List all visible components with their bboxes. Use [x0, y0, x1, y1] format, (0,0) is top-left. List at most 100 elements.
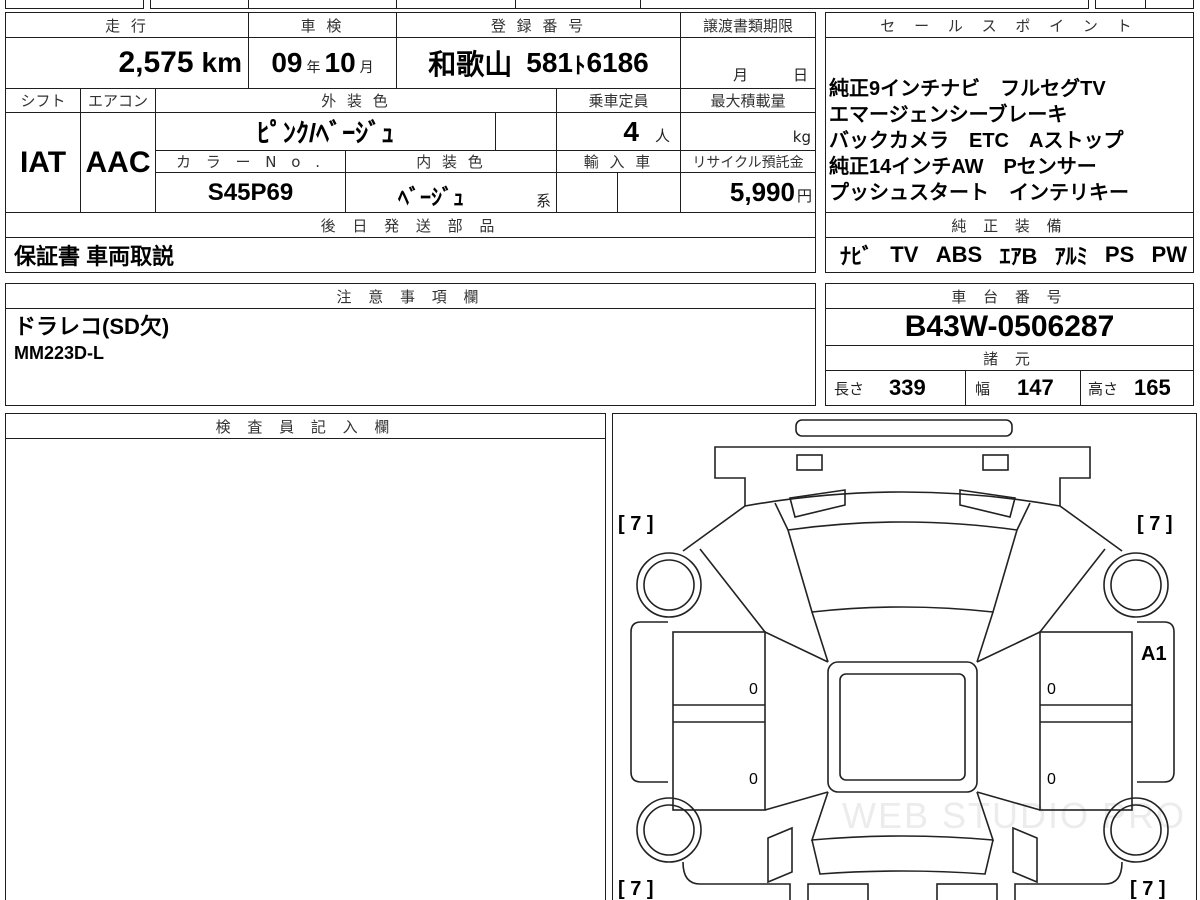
- notes-line: ドラレコ(SD欠): [14, 314, 170, 339]
- corner-mark-front-right: [ 7 ]: [1137, 513, 1173, 535]
- spec-height-value: 165: [1134, 375, 1171, 400]
- mileage-unit: km: [201, 47, 242, 78]
- later-shipping-parts-label: 後 日 発 送 部 品: [5, 212, 816, 238]
- rear-deck: [811, 839, 994, 875]
- inspection-year-unit: 年: [306, 60, 321, 76]
- top-strip-box-4: [396, 0, 516, 9]
- sales-point-line: 純正9インチナビ フルセグTV: [829, 78, 1106, 100]
- car-diagram-box: WEB STUDIO PRO [7] [7] [7] [7] A…: [612, 413, 1197, 900]
- sales-point-line: バックカメラ ETC Aストップ: [829, 130, 1124, 152]
- transfer-deadline-day-unit: 日: [793, 66, 809, 84]
- sales-points-content: 純正9インチナビ フルセグTV エマージェンシーブレーキ バックカメラ ETC …: [825, 37, 1194, 213]
- rear-wheel-outer: [636, 797, 702, 863]
- spec-height-label: 高さ: [1088, 379, 1119, 398]
- import-car-cell-a: [556, 172, 618, 213]
- top-strip-box-1: [5, 0, 144, 9]
- front-grille-outline: [714, 446, 1091, 506]
- recycle-deposit-value: 5,990: [729, 177, 795, 207]
- top-strip-box-3: [248, 0, 397, 9]
- color-no-label: カ ラ ー N o .: [155, 150, 346, 173]
- recycle-deposit-unit: 円: [796, 187, 812, 205]
- top-strip-box-6: [640, 0, 1089, 9]
- max-load-unit: kg: [792, 127, 811, 146]
- chassis-label: 車 台 番 号: [825, 283, 1194, 309]
- transfer-deadline-value-cell: 月 日: [680, 37, 816, 89]
- max-load-label: 最大積載量: [680, 88, 816, 113]
- aircon-label: エアコン: [80, 88, 156, 113]
- exterior-color-value: ﾋﾟﾝｸ/ﾍﾞｰｼﾞｭ: [155, 112, 496, 151]
- spec-length-cell: 長さ 339: [825, 370, 966, 406]
- spec-width-label: 幅: [975, 379, 991, 398]
- windshield: [786, 521, 1019, 613]
- exterior-color-label: 外 装 色: [155, 88, 557, 113]
- grille-opening: [796, 454, 823, 471]
- exterior-color-blank-cell: [495, 112, 557, 151]
- door-mark-left-rear: 0: [749, 771, 758, 788]
- equipment-item-navi: ﾅﾋﾞ: [840, 244, 874, 269]
- aircon-value: AAC: [80, 112, 156, 213]
- inspection-label: 車 検: [248, 12, 397, 38]
- inspector-notes-content: [5, 438, 606, 900]
- chassis-number: B43W-0506287: [825, 308, 1194, 346]
- later-shipping-parts-value: 保証書 車両取説: [5, 237, 816, 273]
- import-car-label: 輸 入 車: [556, 150, 681, 173]
- watermark-text: WEB STUDIO PRO: [842, 795, 1186, 836]
- top-strip-box-5: [515, 0, 641, 9]
- front-wheel-outer: [636, 552, 702, 618]
- spec-width-cell: 幅 147: [965, 370, 1081, 406]
- specs-label: 諸 元: [825, 345, 1194, 371]
- roof: [827, 661, 978, 793]
- registration-region: 和歌山: [428, 49, 513, 80]
- pillar-lines: [764, 502, 829, 811]
- registration-class: 581: [526, 47, 573, 78]
- door-divider: [673, 704, 765, 723]
- registration-number: 6186: [586, 47, 649, 78]
- sales-point-line: エマージェンシーブレーキ: [829, 104, 1068, 126]
- registration-label: 登 録 番 号: [396, 12, 681, 38]
- rear-wheel-inner: [643, 804, 695, 856]
- car-outline-left-half: [630, 454, 869, 900]
- car-diagram: WEB STUDIO PRO [7] [7] [7] [7] A…: [618, 419, 1186, 900]
- rear-quarter: [767, 826, 793, 884]
- interior-color-value: ﾍﾞｰｼﾞｭ: [398, 185, 465, 210]
- mileage-label: 走 行: [5, 12, 249, 38]
- equipment-item-airbag: ｴｱB: [999, 244, 1038, 269]
- door-mark-left-front: 0: [749, 681, 758, 698]
- inspection-value-cell: 09 年 10 月: [248, 37, 397, 89]
- notes-label: 注 意 事 項 欄: [5, 283, 816, 309]
- sales-point-line: プッシュスタート インテリキー: [829, 182, 1129, 204]
- interior-color-suffix: 系: [535, 192, 551, 210]
- corner-mark-front-left: [ 7 ]: [618, 513, 654, 535]
- shift-value: IAT: [5, 112, 81, 213]
- mileage-value: 2,575: [118, 46, 194, 79]
- notes-content: ドラレコ(SD欠) MM223D-L: [5, 308, 816, 406]
- corner-mark-rear-left: [ 7 ]: [618, 878, 654, 900]
- spec-width-value: 147: [1017, 375, 1054, 400]
- top-strip-box-8: [1145, 0, 1194, 9]
- color-no-value: S45P69: [155, 172, 346, 213]
- import-car-cell-b: [617, 172, 681, 213]
- roof-inner: [839, 673, 966, 781]
- shift-label: シフト: [5, 88, 81, 113]
- rear-bumper-corner: [682, 861, 791, 900]
- spec-height-cell: 高さ 165: [1080, 370, 1194, 406]
- mileage-value-cell: 2,575 km: [5, 37, 249, 89]
- tail-light: [807, 883, 869, 900]
- door-mark-right-front: 0: [1047, 681, 1056, 698]
- transfer-deadline-month-unit: 月: [733, 66, 749, 84]
- equipment-item-abs: ABS: [935, 242, 983, 267]
- top-strip-box-2: [150, 0, 249, 9]
- spec-length-label: 長さ: [834, 379, 865, 398]
- door-mark-right-rear: 0: [1047, 771, 1056, 788]
- notes-line: MM223D-L: [14, 343, 105, 363]
- side-panel: [630, 621, 668, 783]
- equipment-item-tv: TV: [890, 242, 919, 267]
- inspector-notes-label: 検 査 員 記 入 欄: [5, 413, 606, 439]
- max-load-value-cell: kg: [680, 112, 816, 151]
- inspection-year: 09: [271, 47, 303, 78]
- inspection-month: 10: [324, 47, 356, 78]
- registration-kana: ﾄ: [573, 52, 586, 78]
- front-wheel-inner: [643, 559, 695, 611]
- interior-color-label: 内 装 色: [345, 150, 557, 173]
- equipment-item-pw: PW: [1151, 242, 1187, 267]
